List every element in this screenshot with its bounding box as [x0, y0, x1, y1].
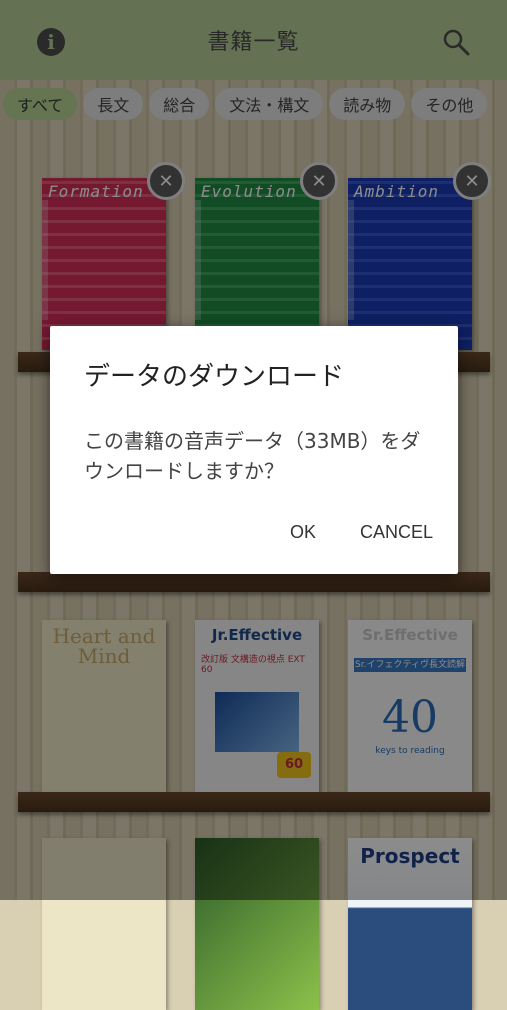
- cancel-button[interactable]: CANCEL: [360, 522, 433, 543]
- download-dialog: データのダウンロード この書籍の音声データ（33MB）をダウンロードしますか？ …: [50, 326, 458, 574]
- ok-button[interactable]: OK: [290, 522, 316, 543]
- dialog-title: データのダウンロード: [84, 362, 345, 392]
- dialog-message: この書籍の音声データ（33MB）をダウンロードしますか？: [84, 429, 421, 483]
